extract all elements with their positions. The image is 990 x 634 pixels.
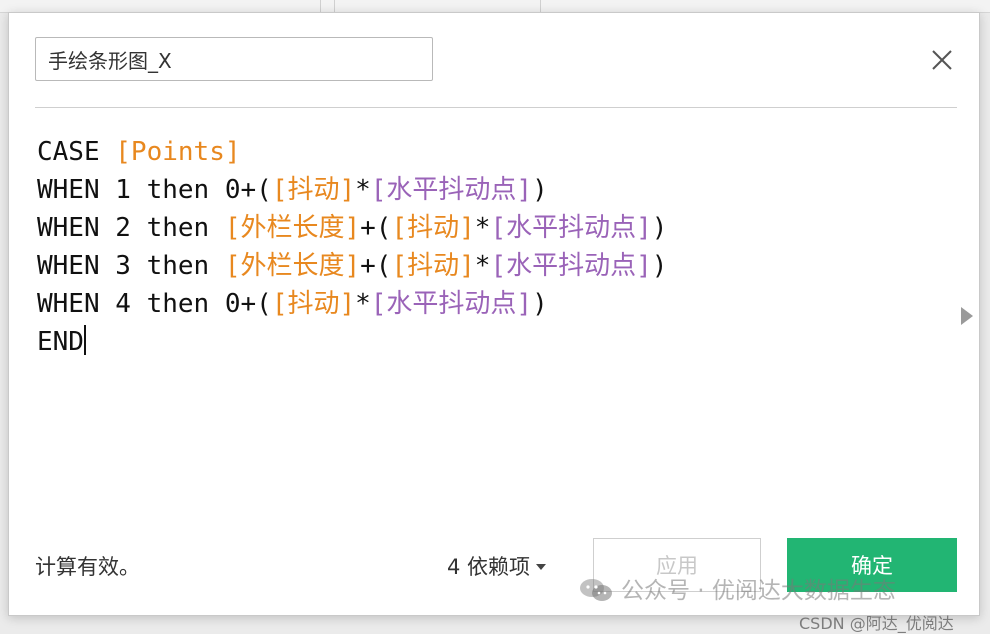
wechat-icon <box>580 579 612 601</box>
formula-operator: +( <box>360 213 392 243</box>
watermark-credit: CSDN @阿达_优阅达 <box>799 614 954 633</box>
formula-keyword: WHEN 1 then 0+( <box>37 175 272 205</box>
formula-operator: * <box>474 251 491 281</box>
formula-operator: ) <box>651 251 668 281</box>
dependencies-dropdown[interactable]: 4 依赖项 <box>447 551 547 581</box>
formula-keyword: CASE <box>37 137 116 167</box>
formula-line: WHEN 3 then [外栏长度]+([抖动]*[水平抖动点]) <box>37 247 937 285</box>
formula-field: [抖动] <box>271 289 356 319</box>
formula-field: [Points] <box>115 137 241 167</box>
formula-operator: * <box>355 289 371 319</box>
dependencies-label: 4 依赖项 <box>447 555 531 579</box>
formula-field: [抖动] <box>391 251 475 281</box>
formula-operator: ) <box>532 175 548 205</box>
formula-field: [外栏长度] <box>224 251 361 281</box>
formula-line: WHEN 4 then 0+([抖动]*[水平抖动点]) <box>37 285 937 323</box>
text-cursor <box>83 325 86 355</box>
formula-parameter: [水平抖动点] <box>490 213 652 243</box>
close-icon <box>932 50 952 70</box>
formula-field: [抖动] <box>271 175 356 205</box>
close-button[interactable] <box>927 45 957 75</box>
formula-keyword: WHEN 2 then <box>37 213 225 243</box>
formula-line: WHEN 2 then [外栏长度]+([抖动]*[水平抖动点]) <box>37 209 937 247</box>
formula-operator: * <box>355 175 371 205</box>
watermark: 公众号 · 优阅达大数据生态 <box>579 571 896 605</box>
formula-parameter: [水平抖动点] <box>370 289 533 319</box>
formula-field: [抖动] <box>391 213 475 243</box>
calculation-editor-dialog: CASE [Points]WHEN 1 then 0+([抖动]*[水平抖动点]… <box>8 12 980 633</box>
formula-line: CASE [Points] <box>37 133 937 171</box>
background-cell <box>320 0 335 12</box>
formula-keyword: WHEN 4 then 0+( <box>37 289 272 319</box>
background-cell <box>0 0 321 12</box>
formula-parameter: [水平抖动点] <box>490 251 652 281</box>
calculation-name-input[interactable] <box>35 37 433 81</box>
formula-keyword: WHEN 3 then <box>37 251 225 281</box>
validation-status: 计算有效。 <box>35 555 140 579</box>
formula-field: [外栏长度] <box>224 213 361 243</box>
formula-parameter: [水平抖动点] <box>370 175 533 205</box>
expand-panel-arrow-icon[interactable] <box>961 307 973 325</box>
watermark-text: 公众号 · 优阅达大数据生态 <box>621 578 896 604</box>
formula-line: WHEN 1 then 0+([抖动]*[水平抖动点]) <box>37 171 937 209</box>
formula-keyword: END <box>37 327 84 357</box>
formula-operator: ) <box>532 289 548 319</box>
formula-operator: ) <box>651 213 668 243</box>
header-divider <box>35 107 957 108</box>
formula-editor[interactable]: CASE [Points] WHEN 1 then 0+([抖动]*[水平抖动点]… <box>37 133 937 433</box>
formula-line: END <box>37 323 937 361</box>
formula-operator: +( <box>360 251 392 281</box>
chevron-down-icon <box>536 564 547 570</box>
formula-operator: * <box>474 213 491 243</box>
background-cell <box>334 0 541 12</box>
